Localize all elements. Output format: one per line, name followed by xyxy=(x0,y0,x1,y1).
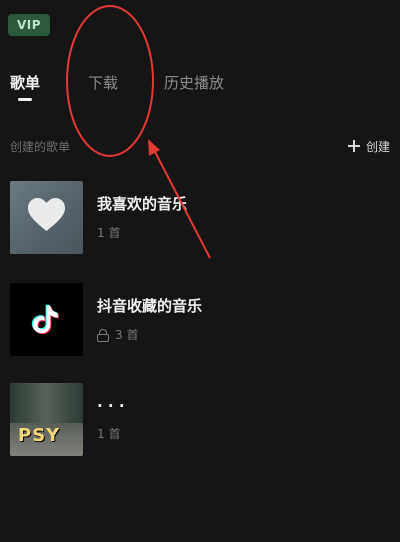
playlist-count-text: 1 首 xyxy=(97,426,121,441)
plus-icon xyxy=(347,140,360,152)
album-cover xyxy=(10,382,83,423)
playlist-meta: 我喜欢的音乐 1 首 xyxy=(97,193,187,241)
tab-download[interactable]: 下载 xyxy=(88,72,118,93)
heart-icon xyxy=(28,197,65,231)
playlist-count-text: 1 首 xyxy=(97,226,121,240)
tiktok-icon xyxy=(31,304,59,335)
tab-songlist-label: 歌单 xyxy=(10,74,41,92)
vip-label: VIP xyxy=(16,18,42,32)
tab-history-label: 历史播放 xyxy=(164,74,225,92)
playlist-count: 1 首 xyxy=(97,425,125,442)
tab-history[interactable]: 历史播放 xyxy=(164,72,224,93)
playlist-cover xyxy=(10,180,83,254)
playlist-meta: 抖音收藏的音乐 3 首 xyxy=(97,295,202,343)
playlist-count: 1 首 xyxy=(97,224,187,241)
playlist-title: 抖音收藏的音乐 xyxy=(97,297,203,315)
playlist-title: · · · xyxy=(97,396,125,415)
section-title: 创建的歌单 xyxy=(10,139,71,154)
playlist-cover xyxy=(10,282,83,356)
playlist-title: 我喜欢的音乐 xyxy=(97,195,188,213)
playlist-item[interactable]: 我喜欢的音乐 1 首 xyxy=(10,180,390,254)
tab-download-label: 下载 xyxy=(88,74,119,92)
create-playlist-button[interactable]: 创建 xyxy=(347,138,390,155)
playlist-count: 3 首 xyxy=(97,326,202,343)
create-label: 创建 xyxy=(365,139,390,154)
album-cover-text: PSY xyxy=(18,424,61,446)
tab-songlist[interactable]: 歌单 xyxy=(10,72,40,93)
lock-icon xyxy=(97,328,109,342)
active-tab-underline xyxy=(18,98,32,101)
section-header: 创建的歌单 创建 xyxy=(10,136,390,156)
playlist-cover: PSY xyxy=(10,382,83,456)
playlist-count-text: 3 首 xyxy=(115,328,139,342)
playlist-item[interactable]: PSY · · · 1 首 xyxy=(10,382,390,456)
playlist-meta: · · · 1 首 xyxy=(97,397,125,442)
playlist-item[interactable]: 抖音收藏的音乐 3 首 xyxy=(10,282,390,356)
vip-badge[interactable]: VIP xyxy=(8,14,50,36)
